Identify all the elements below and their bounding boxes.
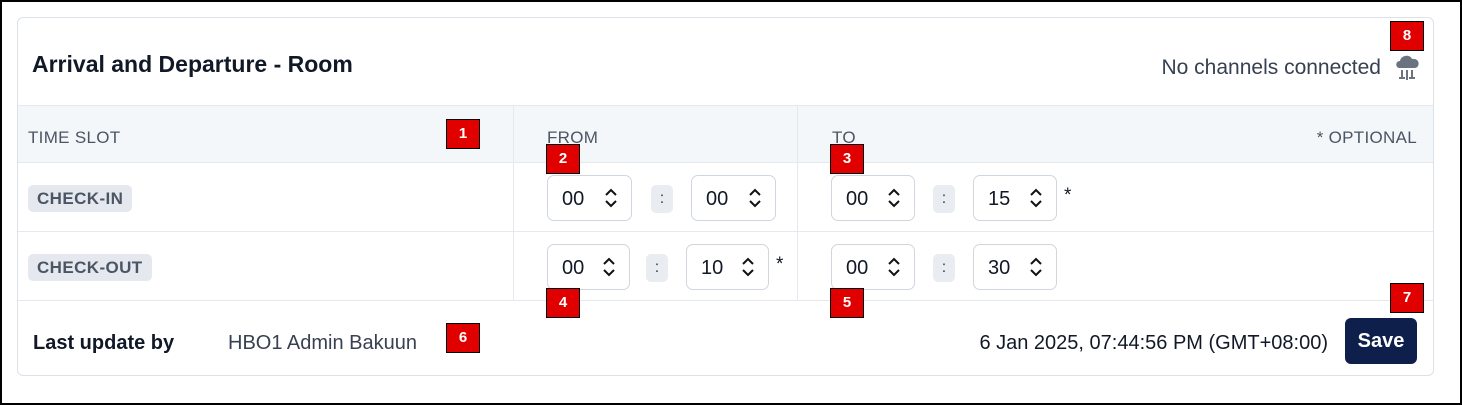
time-separator: : (646, 254, 668, 282)
optional-mark: * (776, 254, 784, 275)
annotation-marker-5: 5 (830, 288, 864, 318)
check-in-to-minute-stepper[interactable]: 15 (973, 175, 1057, 221)
stepper-value: 00 (562, 257, 585, 279)
last-update-label: Last update by (33, 332, 175, 354)
stepper-value: 15 (988, 188, 1011, 210)
annotation-marker-1: 1 (446, 119, 480, 149)
save-button[interactable]: Save (1345, 318, 1417, 364)
last-update-timestamp: 6 Jan 2025, 07:44:56 PM (GMT+08:00) (979, 332, 1328, 354)
chevron-up-down-icon[interactable] (601, 256, 617, 278)
check-in-from-hour-stepper[interactable]: 00 (547, 175, 632, 221)
chevron-up-down-icon[interactable] (603, 187, 619, 209)
last-update-user: HBO1 Admin Bakuun (228, 332, 417, 354)
time-separator: : (933, 254, 955, 282)
annotation-marker-7: 7 (1390, 283, 1424, 313)
annotation-marker-4: 4 (546, 288, 580, 318)
check-out-from-minute-stepper[interactable]: 10 (686, 244, 769, 290)
check-in-to-hour-stepper[interactable]: 00 (831, 175, 915, 221)
stepper-value: 00 (846, 188, 869, 210)
chevron-up-down-icon[interactable] (886, 256, 902, 278)
chevron-up-down-icon[interactable] (740, 256, 756, 278)
table-header: TIME SLOT FROM TO * OPTIONAL (18, 106, 1433, 163)
check-out-from-hour-stepper[interactable]: 00 (547, 244, 630, 290)
stepper-value: 30 (988, 257, 1011, 279)
arrival-departure-card: Arrival and Departure - Room No channels… (17, 17, 1434, 376)
channels-status: No channels connected (1161, 56, 1382, 79)
time-slot-chip: CHECK-OUT (28, 254, 152, 281)
annotation-marker-6: 6 (446, 323, 480, 353)
chevron-up-down-icon[interactable] (1028, 256, 1044, 278)
stepper-value: 10 (701, 257, 724, 279)
annotation-marker-2: 2 (546, 144, 580, 174)
time-separator: : (651, 185, 673, 213)
time-slot-chip: CHECK-IN (28, 185, 133, 212)
card-header: Arrival and Departure - Room No channels… (18, 18, 1433, 106)
check-in-from-minute-stepper[interactable]: 00 (691, 175, 776, 221)
header-optional-note: * OPTIONAL (1316, 128, 1417, 147)
chevron-up-down-icon[interactable] (886, 187, 902, 209)
stepper-value: 00 (562, 188, 585, 210)
optional-mark: * (1064, 185, 1072, 206)
header-time-slot: TIME SLOT (28, 128, 121, 147)
stepper-value: 00 (846, 257, 869, 279)
check-out-to-hour-stepper[interactable]: 00 (831, 244, 915, 290)
cloud-sync-icon[interactable] (1393, 52, 1421, 82)
table-row-check-out: CHECK-OUT 00 : 10 * 00 : 30 (18, 232, 1433, 301)
annotation-marker-8: 8 (1390, 21, 1424, 51)
page-title: Arrival and Departure - Room (32, 51, 353, 77)
annotation-marker-3: 3 (830, 144, 864, 174)
chevron-up-down-icon[interactable] (747, 187, 763, 209)
card-footer: Last update by HBO1 Admin Bakuun 6 Jan 2… (18, 301, 1433, 375)
time-separator: : (933, 185, 955, 213)
chevron-up-down-icon[interactable] (1028, 187, 1044, 209)
table-row-check-in: CHECK-IN 00 : 00 00 : 15 * (18, 163, 1433, 232)
check-out-to-minute-stepper[interactable]: 30 (973, 244, 1057, 290)
stepper-value: 00 (706, 188, 729, 210)
